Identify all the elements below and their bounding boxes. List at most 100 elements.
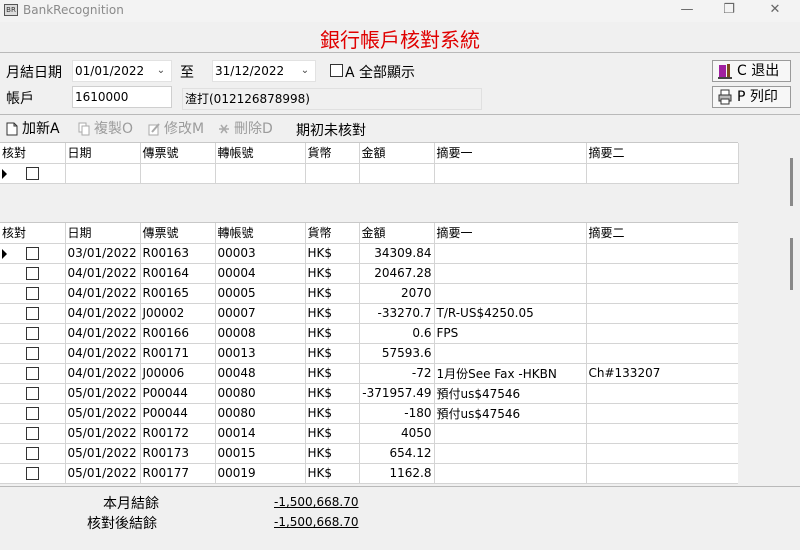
- cell-summary2[interactable]: [586, 343, 738, 364]
- cell-summary1[interactable]: [434, 263, 587, 284]
- cell-reconciled[interactable]: [0, 443, 66, 464]
- cell-date[interactable]: 04/01/2022: [65, 303, 141, 324]
- cell-summary2[interactable]: [586, 423, 738, 444]
- row-checkbox[interactable]: [25, 326, 39, 340]
- cell-reconciled[interactable]: [0, 403, 66, 424]
- col-header-transfer[interactable]: 轉帳號: [215, 223, 306, 244]
- cell-date[interactable]: 04/01/2022: [65, 323, 141, 344]
- maximize-button[interactable]: ❐: [706, 0, 752, 22]
- table-row[interactable]: 05/01/2022 P00044 00080 HK$ -180 預付us$47546: [0, 403, 738, 424]
- date-from-combo[interactable]: 01/01/2022 ⌄: [72, 60, 172, 82]
- cell-summary2[interactable]: [586, 283, 738, 304]
- cell-summary1[interactable]: [434, 343, 587, 364]
- transactions-grid-scrollbar[interactable]: [790, 238, 793, 290]
- cell-summary1[interactable]: 預付us$47546: [434, 403, 587, 424]
- cell-transfer[interactable]: 00008: [215, 323, 306, 344]
- cell-date[interactable]: 03/01/2022: [65, 243, 141, 264]
- cell-transfer[interactable]: 00003: [215, 243, 306, 264]
- row-checkbox[interactable]: [25, 406, 39, 420]
- cell-voucher[interactable]: R00171: [140, 343, 216, 364]
- table-row[interactable]: 05/01/2022 R00172 00014 HK$ 4050: [0, 423, 738, 444]
- cell-currency[interactable]: HK$: [305, 363, 360, 384]
- col-header-date[interactable]: 日期: [65, 223, 141, 244]
- cell-date[interactable]: 05/01/2022: [65, 423, 141, 444]
- col-header-voucher[interactable]: 傳票號: [140, 223, 216, 244]
- cell-reconciled[interactable]: [0, 283, 66, 304]
- row-checkbox[interactable]: [25, 426, 39, 440]
- cell-date[interactable]: 04/01/2022: [65, 283, 141, 304]
- table-row[interactable]: 04/01/2022 R00164 00004 HK$ 20467.28: [0, 263, 738, 284]
- col-header-voucher[interactable]: 傳票號: [140, 143, 216, 164]
- table-row[interactable]: 04/01/2022 R00165 00005 HK$ 2070: [0, 283, 738, 304]
- cell-amount[interactable]: -371957.49: [359, 383, 435, 404]
- cell-voucher[interactable]: R00166: [140, 323, 216, 344]
- cell-date[interactable]: 04/01/2022: [65, 263, 141, 284]
- row-checkbox[interactable]: [25, 386, 39, 400]
- table-row[interactable]: 04/01/2022 J00002 00007 HK$ -33270.7 T/R-US$4…: [0, 303, 738, 324]
- cell-transfer[interactable]: 00013: [215, 343, 306, 364]
- cell-summary1[interactable]: FPS: [434, 323, 587, 344]
- row-checkbox[interactable]: [25, 246, 39, 260]
- cell-reconciled[interactable]: [0, 363, 66, 384]
- print-button[interactable]: P 列印: [712, 86, 791, 108]
- cell-summary1[interactable]: [434, 463, 587, 484]
- cell-transfer[interactable]: 00080: [215, 383, 306, 404]
- row-checkbox[interactable]: [25, 166, 39, 180]
- edit-button[interactable]: 修改M: [146, 119, 204, 139]
- table-row[interactable]: 04/01/2022 J00006 00048 HK$ -72 1月份See Fax -H…: [0, 363, 738, 384]
- cell-currency[interactable]: HK$: [305, 343, 360, 364]
- cell-transfer[interactable]: 00048: [215, 363, 306, 384]
- cell-transfer[interactable]: 00007: [215, 303, 306, 324]
- cell-summary2[interactable]: [586, 443, 738, 464]
- delete-button[interactable]: 刪除D: [216, 119, 273, 139]
- cell-date[interactable]: 04/01/2022: [65, 343, 141, 364]
- cell-reconciled[interactable]: [0, 163, 66, 184]
- date-to-combo[interactable]: 31/12/2022 ⌄: [212, 60, 316, 82]
- cell-currency[interactable]: HK$: [305, 263, 360, 284]
- cell-amount[interactable]: 34309.84: [359, 243, 435, 264]
- show-all-checkbox[interactable]: [330, 64, 343, 77]
- cell-transfer[interactable]: 00019: [215, 463, 306, 484]
- cell-voucher[interactable]: R00177: [140, 463, 216, 484]
- table-row[interactable]: 04/01/2022 R00171 00013 HK$ 57593.6: [0, 343, 738, 364]
- cell-voucher[interactable]: R00172: [140, 423, 216, 444]
- add-button[interactable]: 加新A: [4, 119, 60, 139]
- copy-button[interactable]: 複製O: [76, 119, 133, 139]
- cell-currency[interactable]: HK$: [305, 403, 360, 424]
- cell-voucher[interactable]: R00164: [140, 263, 216, 284]
- cell-transfer[interactable]: 00004: [215, 263, 306, 284]
- row-checkbox[interactable]: [25, 366, 39, 380]
- close-button[interactable]: ✕: [752, 0, 798, 22]
- minimize-button[interactable]: —: [664, 0, 710, 22]
- cell-summary1[interactable]: 1月份See Fax -HKBN: [434, 363, 587, 384]
- table-row[interactable]: 03/01/2022 R00163 00003 HK$ 34309.84: [0, 243, 738, 264]
- exit-button[interactable]: C 退出: [712, 60, 791, 82]
- cell-summary1[interactable]: [434, 443, 587, 464]
- cell-date[interactable]: 05/01/2022: [65, 443, 141, 464]
- cell-reconciled[interactable]: [0, 343, 66, 364]
- row-checkbox[interactable]: [25, 446, 39, 460]
- cell-reconciled[interactable]: [0, 243, 66, 264]
- cell-transfer[interactable]: 00080: [215, 403, 306, 424]
- cell-reconciled[interactable]: [0, 463, 66, 484]
- cell-amount[interactable]: -180: [359, 403, 435, 424]
- cell-summary2[interactable]: [586, 243, 738, 264]
- col-header-amount[interactable]: 金額: [359, 143, 435, 164]
- cell-summary1[interactable]: [434, 243, 587, 264]
- table-row[interactable]: 05/01/2022 P00044 00080 HK$ -371957.49 預付us$4…: [0, 383, 738, 404]
- col-header-summary2[interactable]: 摘要二: [586, 223, 738, 244]
- cell-summary1[interactable]: [434, 423, 587, 444]
- cell-date[interactable]: 05/01/2022: [65, 403, 141, 424]
- col-header-summary1[interactable]: 摘要一: [434, 223, 587, 244]
- cell-currency[interactable]: HK$: [305, 383, 360, 404]
- cell-reconciled[interactable]: [0, 423, 66, 444]
- cell-summary2[interactable]: Ch#133207: [586, 363, 738, 384]
- cell-voucher[interactable]: R00173: [140, 443, 216, 464]
- cell-currency[interactable]: HK$: [305, 303, 360, 324]
- table-row[interactable]: 05/01/2022 R00177 00019 HK$ 1162.8: [0, 463, 738, 484]
- row-checkbox[interactable]: [25, 346, 39, 360]
- cell-reconciled[interactable]: [0, 323, 66, 344]
- cell-voucher[interactable]: R00163: [140, 243, 216, 264]
- cell-transfer[interactable]: 00014: [215, 423, 306, 444]
- cell-voucher[interactable]: J00002: [140, 303, 216, 324]
